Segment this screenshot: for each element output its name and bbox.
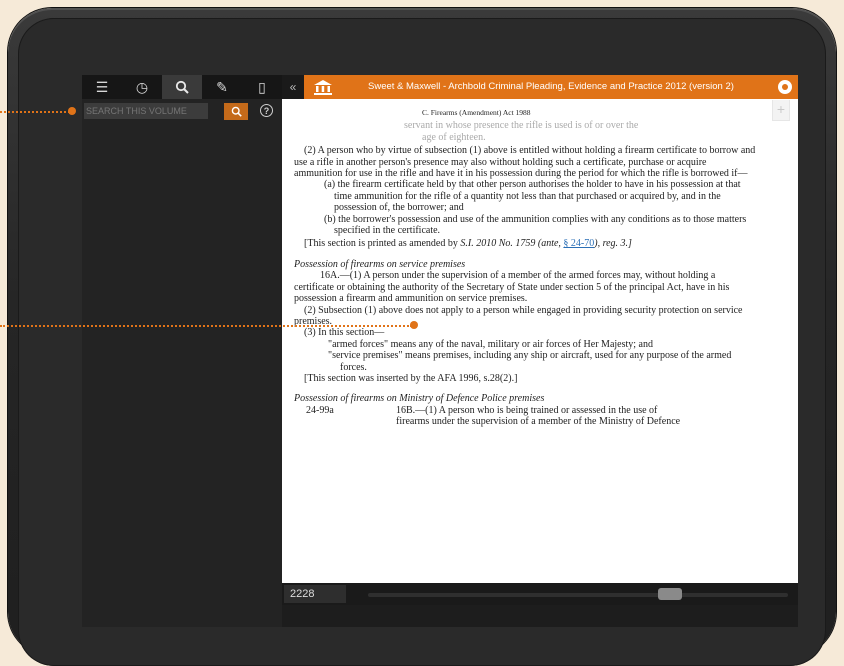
page-slider[interactable] (368, 588, 788, 600)
callout-dot-search (68, 107, 76, 115)
callout-dot-reference (410, 321, 418, 329)
note-text: ), reg. 3.] (594, 238, 632, 250)
paragraph-text: 16B.—(1) A person who is being trained o… (396, 404, 658, 416)
history-icon[interactable]: ◷ (122, 75, 162, 99)
left-panel: ☰ ◷ ✎ ▯ ? (82, 75, 282, 627)
paragraph: (2) A person who by virtue of subsection… (294, 145, 756, 180)
search-button[interactable] (224, 103, 248, 120)
library-icon (314, 80, 332, 95)
callout-line-reference (0, 325, 412, 327)
bottom-strip (282, 605, 798, 627)
section-heading: Possession of firearms on Ministry of De… (294, 393, 545, 405)
note-ref: S.I. 2010 No. 1759 (460, 238, 536, 250)
search-row: ? (82, 101, 282, 123)
paragraph: 16A.—(1) A person under the supervision … (294, 270, 730, 305)
page-number-input[interactable] (284, 585, 346, 603)
definition: "armed forces" means any of the naval, m… (328, 338, 653, 350)
notes-icon[interactable]: ✎ (202, 75, 242, 99)
home-icon[interactable] (312, 78, 334, 96)
note-text: [This section is printed as amended by (304, 238, 461, 250)
note-text: (ante, (535, 238, 564, 250)
page-slider-thumb[interactable] (658, 588, 683, 600)
paragraph: 24-99a 16B.—(1) A person who is being tra… (294, 405, 756, 416)
title-bar: « Sweet & Maxwell - Archbold Criminal Pl… (282, 75, 798, 99)
search-input[interactable] (84, 103, 208, 119)
cross-reference-link[interactable]: § 24-70 (563, 238, 594, 249)
list-icon[interactable]: ☰ (82, 75, 122, 99)
search-icon[interactable] (162, 75, 202, 99)
running-header: C. Firearms (Amendment) Act 1988 (422, 108, 531, 117)
paragraph: (3) In this section— (304, 327, 385, 339)
bookmark-icon[interactable]: ▯ (242, 75, 282, 99)
settings-icon[interactable] (778, 80, 792, 94)
faded-text: age of eighteen. (422, 131, 486, 143)
insertion-note: [This section was inserted by the AFA 19… (304, 372, 518, 384)
list-item: (a) the firearm certificate held by that… (324, 179, 741, 214)
section-heading: Possession of firearms on service premis… (294, 258, 466, 270)
document-title: Sweet & Maxwell - Archbold Criminal Plea… (368, 81, 734, 92)
toolbar: ☰ ◷ ✎ ▯ (82, 75, 282, 99)
help-icon[interactable]: ? (260, 104, 273, 117)
paragraph: (2) Subsection (1) above does not apply … (294, 304, 743, 327)
collapse-panel-icon[interactable]: « (282, 75, 304, 99)
paragraph: firearms under the supervision of a memb… (396, 416, 681, 428)
app-screen: ☰ ◷ ✎ ▯ ? « (82, 75, 798, 627)
definition: "service premises" means premises, inclu… (328, 350, 732, 373)
faded-text: servant in whose presence the rifle is u… (404, 120, 639, 132)
search-button-icon (231, 106, 242, 117)
page-bar (282, 583, 798, 605)
margin-reference: 24-99a (306, 404, 334, 416)
amendment-note: [This section is printed as amended by S… (294, 238, 756, 249)
add-bookmark-icon[interactable]: + (772, 100, 790, 121)
callout-line-search (0, 111, 70, 113)
list-item: (b) the borrower's possession and use of… (324, 213, 747, 237)
search-tool-glyph (175, 80, 189, 94)
document-body: C. Firearms (Amendment) Act 1988 servant… (294, 107, 756, 577)
reader-panel: « Sweet & Maxwell - Archbold Criminal Pl… (282, 75, 798, 627)
